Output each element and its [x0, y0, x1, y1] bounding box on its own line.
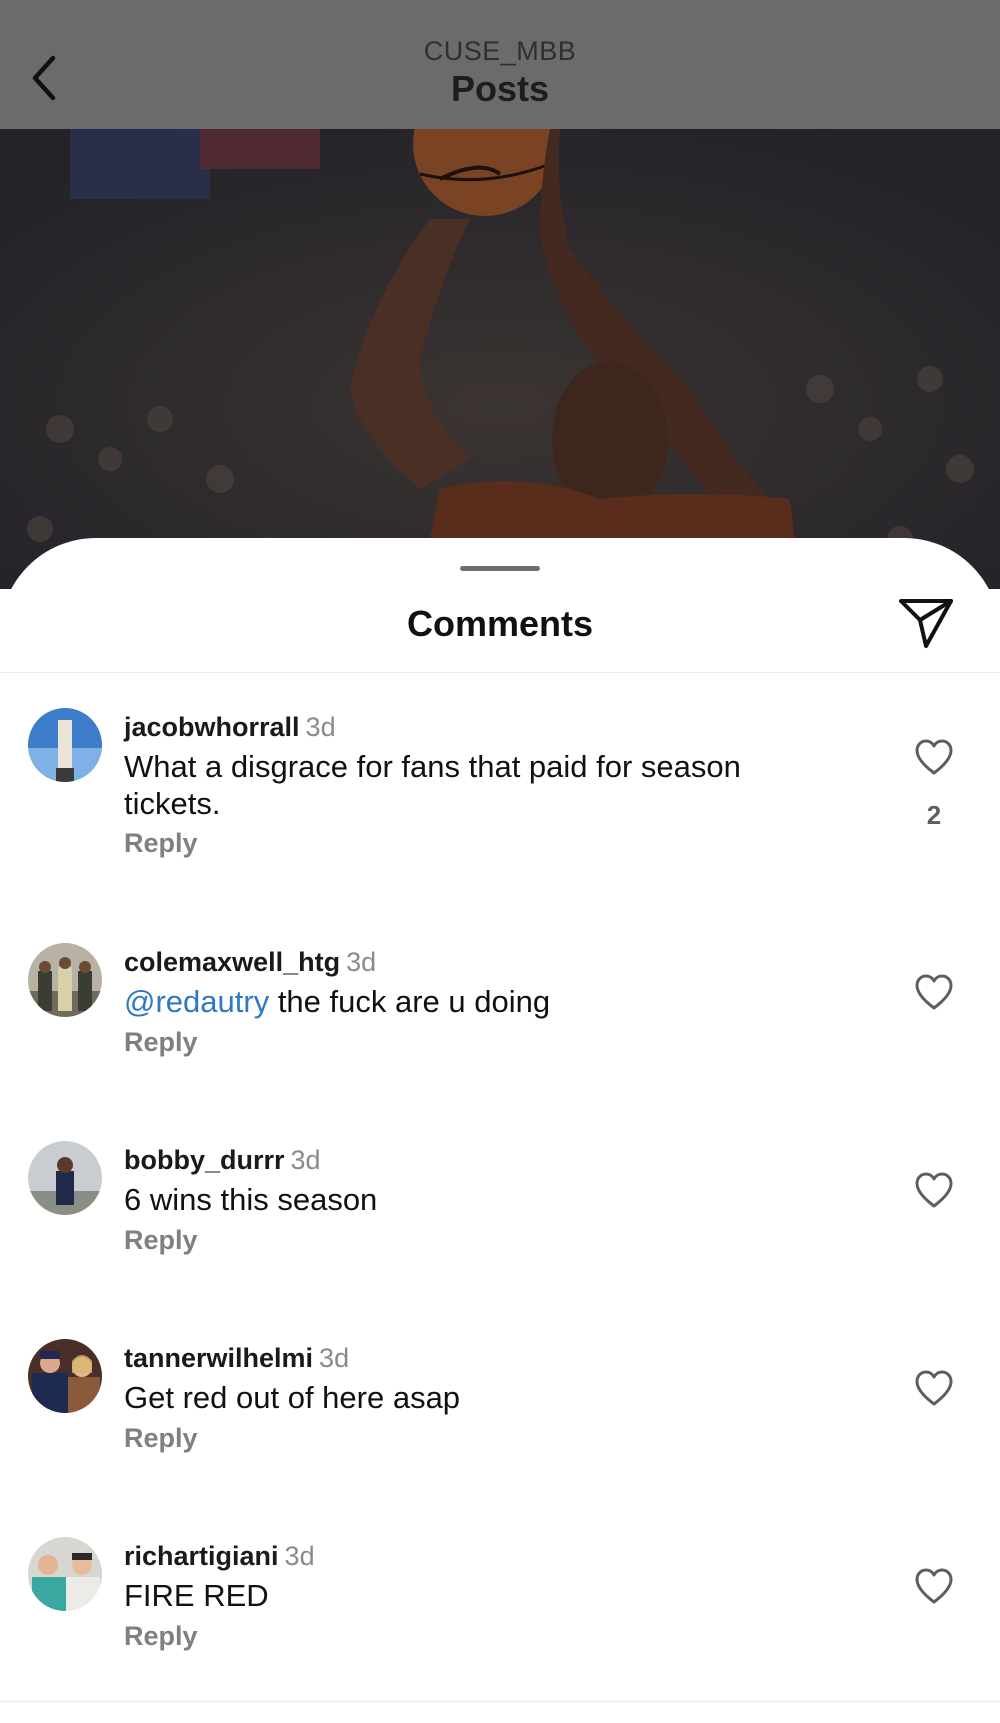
user-mention[interactable]: @redautry	[124, 984, 269, 1019]
avatar[interactable]	[28, 1537, 102, 1611]
username[interactable]: richartigiani	[124, 1541, 279, 1571]
username[interactable]: bobby_durrr	[124, 1145, 285, 1175]
post-image	[0, 129, 1000, 589]
comments-sheet: Comments jacobwhorrall 3d What a disgrac…	[0, 538, 1000, 1723]
reply-button[interactable]: Reply	[124, 1621, 198, 1652]
comment-text: Get red out of here asap	[124, 1380, 461, 1415]
timestamp: 3d	[290, 1145, 321, 1175]
app-screen: CUSE_MBB Posts Comments jacobwhorrall 3d…	[0, 0, 1000, 1723]
username[interactable]: tannerwilhelmi	[124, 1343, 313, 1373]
timestamp: 3d	[346, 947, 377, 977]
comment-body: the fuck are u doing	[269, 984, 551, 1019]
comment-text: FIRE RED	[124, 1578, 269, 1613]
username[interactable]: jacobwhorrall	[124, 712, 300, 742]
reply-button[interactable]: Reply	[124, 1423, 198, 1454]
sheet-title: Comments	[406, 603, 594, 644]
avatar[interactable]	[28, 1141, 102, 1215]
heart-icon	[915, 974, 953, 1010]
account-name: CUSE_MBB	[423, 36, 577, 66]
comment-meta: colemaxwell_htg 3d	[124, 947, 376, 978]
paper-plane-icon	[899, 599, 953, 648]
share-button[interactable]	[896, 596, 956, 650]
timestamp: 3d	[284, 1541, 315, 1571]
like-button[interactable]	[914, 1171, 954, 1211]
comment-item: colemaxwell_htg 3d @redautry the fuck are…	[0, 943, 1000, 1133]
divider	[0, 672, 1000, 673]
comment-meta: jacobwhorrall 3d	[124, 712, 336, 743]
like-button[interactable]	[914, 1567, 954, 1607]
avatar[interactable]	[28, 1339, 102, 1413]
top-nav-bar: CUSE_MBB Posts	[0, 0, 1000, 129]
like-count: 2	[926, 800, 942, 830]
reply-button[interactable]: Reply	[124, 1027, 198, 1058]
comment-text: @redautry the fuck are u doing	[124, 983, 824, 1020]
heart-icon	[915, 1172, 953, 1208]
sheet-grabber[interactable]	[460, 566, 540, 571]
heart-icon	[915, 1568, 953, 1604]
page-title: Posts	[450, 68, 550, 109]
timestamp: 3d	[319, 1343, 350, 1373]
comment-item: jacobwhorrall 3d What a disgrace for fans…	[0, 708, 1000, 898]
divider	[0, 1701, 1000, 1702]
avatar[interactable]	[28, 943, 102, 1017]
like-button[interactable]	[914, 738, 954, 778]
comment-item: richartigiani 3d FIRE RED Reply	[0, 1537, 1000, 1723]
comment-text: 6 wins this season	[124, 1182, 378, 1217]
like-button[interactable]	[914, 1369, 954, 1409]
timestamp: 3d	[305, 712, 336, 742]
reply-button[interactable]: Reply	[124, 828, 198, 859]
comment-meta: richartigiani 3d	[124, 1541, 315, 1572]
comment-text: What a disgrace for fans that paid for s…	[124, 749, 741, 821]
comment-item: bobby_durrr 3d 6 wins this season Reply	[0, 1141, 1000, 1331]
username[interactable]: colemaxwell_htg	[124, 947, 340, 977]
reply-button[interactable]: Reply	[124, 1225, 198, 1256]
heart-icon	[915, 739, 953, 775]
avatar[interactable]	[28, 708, 102, 782]
comment-meta: bobby_durrr 3d	[124, 1145, 321, 1176]
comment-meta: tannerwilhelmi 3d	[124, 1343, 349, 1374]
heart-icon	[915, 1370, 953, 1406]
comment-item: tannerwilhelmi 3d Get red out of here asa…	[0, 1339, 1000, 1529]
like-button[interactable]	[914, 973, 954, 1013]
